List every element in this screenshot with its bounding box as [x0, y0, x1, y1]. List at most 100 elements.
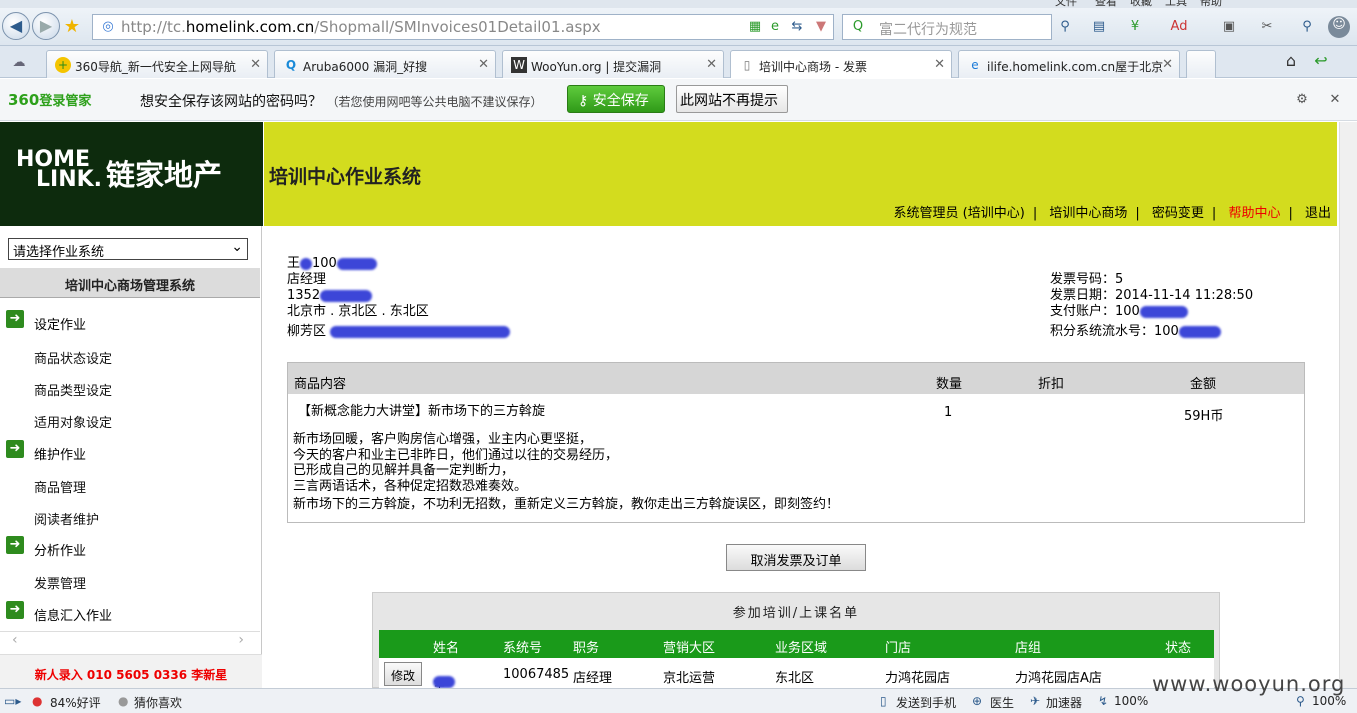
invoice-serial: 积分系统流水号：100: [1050, 324, 1221, 340]
menu-item-product-management[interactable]: 商品管理: [34, 477, 86, 496]
col-area: 业务区域: [775, 641, 828, 656]
browser-tab-bar: ☁ + 360导航_新一代安全上网导航 ✕ Q Aruba6000 漏洞_好搜 …: [0, 46, 1357, 78]
link-logout[interactable]: 退出: [1305, 206, 1331, 221]
tab-360-nav[interactable]: + 360导航_新一代安全上网导航 ✕: [46, 50, 268, 78]
product-description: 新市场回暖，客户购房信心增强，业主内心更坚挺， 今天的客户和业主已非昨日，他们通…: [293, 432, 840, 512]
zoom-level-2[interactable]: 100%: [1312, 694, 1346, 708]
menu-item-reader-maintenance[interactable]: 阅读者维护: [34, 509, 99, 528]
menu-item-product-status[interactable]: 商品状态设定: [34, 348, 112, 367]
edit-button[interactable]: 修改: [384, 662, 422, 686]
new-tab-button[interactable]: [1186, 50, 1216, 78]
logo-text: HOME LINK.: [16, 147, 103, 192]
dropdown-chevron-icon[interactable]: ▼: [812, 18, 830, 36]
search-input[interactable]: Q 富二代行为规范: [842, 14, 1052, 40]
qr-code-icon[interactable]: ▦: [746, 18, 764, 36]
currency-icon[interactable]: ¥: [1126, 18, 1144, 36]
search-engine-icon: Q: [852, 19, 864, 34]
dot-icon: ●: [118, 694, 129, 708]
page-icon: ▯: [743, 58, 751, 72]
page-vertical-scrollbar[interactable]: [1339, 122, 1357, 688]
cancel-invoice-button[interactable]: 取消发票及订单: [726, 544, 866, 571]
window-icon[interactable]: ▭▸: [4, 694, 21, 708]
system-select[interactable]: 请选择作业系统 ⌄: [8, 238, 248, 260]
toolbox-icon[interactable]: ▣: [1220, 18, 1238, 36]
apps-icon[interactable]: ▤: [1090, 18, 1108, 36]
invoice-date: 发票日期：2014-11-14 11:28:50: [1050, 288, 1254, 303]
url-host: homelink.com.cn: [185, 18, 315, 36]
link-admin[interactable]: 系统管理员 (培训中心): [894, 206, 1025, 221]
header-discount: 折扣: [1038, 377, 1065, 392]
invoice-account: 支付账户：100: [1050, 304, 1188, 320]
screenshot-icon[interactable]: ✂: [1258, 18, 1276, 36]
menu-file[interactable]: 文件: [1055, 0, 1077, 8]
key-icon: ⚷: [578, 93, 589, 109]
link-help-center[interactable]: 帮助中心: [1228, 206, 1280, 221]
forward-arrow-icon: ▶: [39, 16, 53, 35]
menu-item-product-type[interactable]: 商品类型设定: [34, 380, 112, 399]
buyer-name: 王 100: [287, 256, 377, 272]
address-bar[interactable]: ◎ http://tc.homelink.com.cn/Shopmall/SMI…: [92, 14, 834, 40]
menu-group-maintenance[interactable]: ➜ 维护作业: [6, 440, 86, 463]
sidebar-horizontal-scrollbar[interactable]: ‹ ›: [0, 631, 260, 649]
menu-item-target-settings[interactable]: 适用对象设定: [34, 412, 112, 431]
close-icon[interactable]: ✕: [1326, 91, 1344, 109]
cell-sys-no: 10067485: [503, 667, 570, 682]
close-icon[interactable]: ✕: [250, 57, 261, 72]
send-to-phone[interactable]: 发送到手机: [896, 694, 956, 711]
tab-aruba-search[interactable]: Q Aruba6000 漏洞_好搜 ✕: [274, 50, 496, 78]
zoom-search-icon[interactable]: ⚲: [1298, 18, 1316, 36]
close-icon[interactable]: ✕: [1162, 57, 1173, 72]
green-arrow-icon: ➜: [6, 601, 24, 619]
favorite-star-icon[interactable]: ★: [63, 18, 81, 36]
menu-tools[interactable]: 工具: [1165, 0, 1187, 8]
link-shopmall[interactable]: 培训中心商场: [1049, 206, 1127, 221]
safe-save-button[interactable]: ⚷ 安全保存: [567, 85, 665, 113]
avatar[interactable]: ☺: [1328, 16, 1350, 38]
menu-favorites[interactable]: 收藏: [1130, 0, 1152, 8]
search-icon[interactable]: ⚲: [1056, 18, 1074, 36]
gear-icon[interactable]: ⚙: [1293, 91, 1311, 109]
forward-button[interactable]: ▶: [32, 12, 60, 40]
close-icon[interactable]: ✕: [478, 57, 489, 72]
product-amount: 59H币: [1184, 409, 1224, 424]
back-button[interactable]: ◀: [2, 12, 30, 40]
accelerator-icon: ✈: [1030, 694, 1041, 708]
enrollment-list: 参加培训/上课名单 姓名 系统号 职务 营销大区 业务区域 门店 店组 状态 修…: [372, 592, 1220, 695]
tab-ilife[interactable]: e ilife.homelink.com.cn屋于北京 ✕: [958, 50, 1180, 78]
accelerator-text[interactable]: 加速器: [1046, 694, 1082, 711]
buyer-address: 北京市 . 京北区 . 东北区: [287, 304, 429, 319]
refresh-icon[interactable]: ⇆: [788, 18, 806, 36]
menu-item-invoice-management[interactable]: 发票管理: [34, 573, 86, 592]
product-quantity: 1: [944, 405, 953, 420]
ie-mode-icon[interactable]: e: [766, 18, 784, 36]
ad-block-icon[interactable]: Ad: [1170, 18, 1188, 36]
tab-label: WooYun.org | 提交漏洞: [531, 60, 662, 74]
cell-region: 京北运营: [663, 671, 716, 686]
rating-text[interactable]: 84%好评: [50, 694, 101, 711]
tab-invoice[interactable]: ▯ 培训中心商场 - 发票 ✕: [730, 50, 952, 78]
menu-view[interactable]: 查看: [1095, 0, 1117, 8]
tab-label: Aruba6000 漏洞_好搜: [303, 60, 428, 74]
guess-text[interactable]: 猜你喜欢: [134, 694, 182, 711]
close-icon[interactable]: ✕: [706, 57, 717, 72]
table-row: 修改 王 10067485 店经理 京北运营 东北区 力鸿花园店 力鸿花园店A店: [379, 658, 1214, 695]
col-store: 门店: [885, 641, 912, 656]
url-prefix: http://tc.: [121, 18, 186, 36]
cell-position: 店经理: [573, 671, 613, 686]
menu-help[interactable]: 帮助: [1200, 0, 1222, 8]
link-change-password[interactable]: 密码变更: [1152, 206, 1204, 221]
homelink-logo: HOME LINK. 链家地产: [0, 122, 263, 226]
scroll-right-icon[interactable]: ›: [238, 632, 244, 648]
home-icon[interactable]: ⌂: [1282, 52, 1300, 70]
tab-wooyun[interactable]: W WooYun.org | 提交漏洞 ✕: [502, 50, 724, 78]
zoom-level-1[interactable]: 100%: [1114, 694, 1148, 708]
no-prompt-button[interactable]: 此网站不再提示: [676, 85, 788, 113]
doctor-text[interactable]: 医生: [990, 694, 1014, 711]
menu-group-import[interactable]: ➜ 信息汇入作业: [6, 601, 112, 624]
undo-arrow-icon[interactable]: ↩: [1312, 52, 1330, 70]
scroll-left-icon[interactable]: ‹: [12, 632, 18, 648]
menu-group-settings[interactable]: ➜ 设定作业: [6, 310, 86, 333]
menu-group-analysis[interactable]: ➜ 分析作业: [6, 536, 86, 559]
close-icon[interactable]: ✕: [934, 57, 945, 72]
cloud-icon[interactable]: ☁: [10, 54, 28, 72]
